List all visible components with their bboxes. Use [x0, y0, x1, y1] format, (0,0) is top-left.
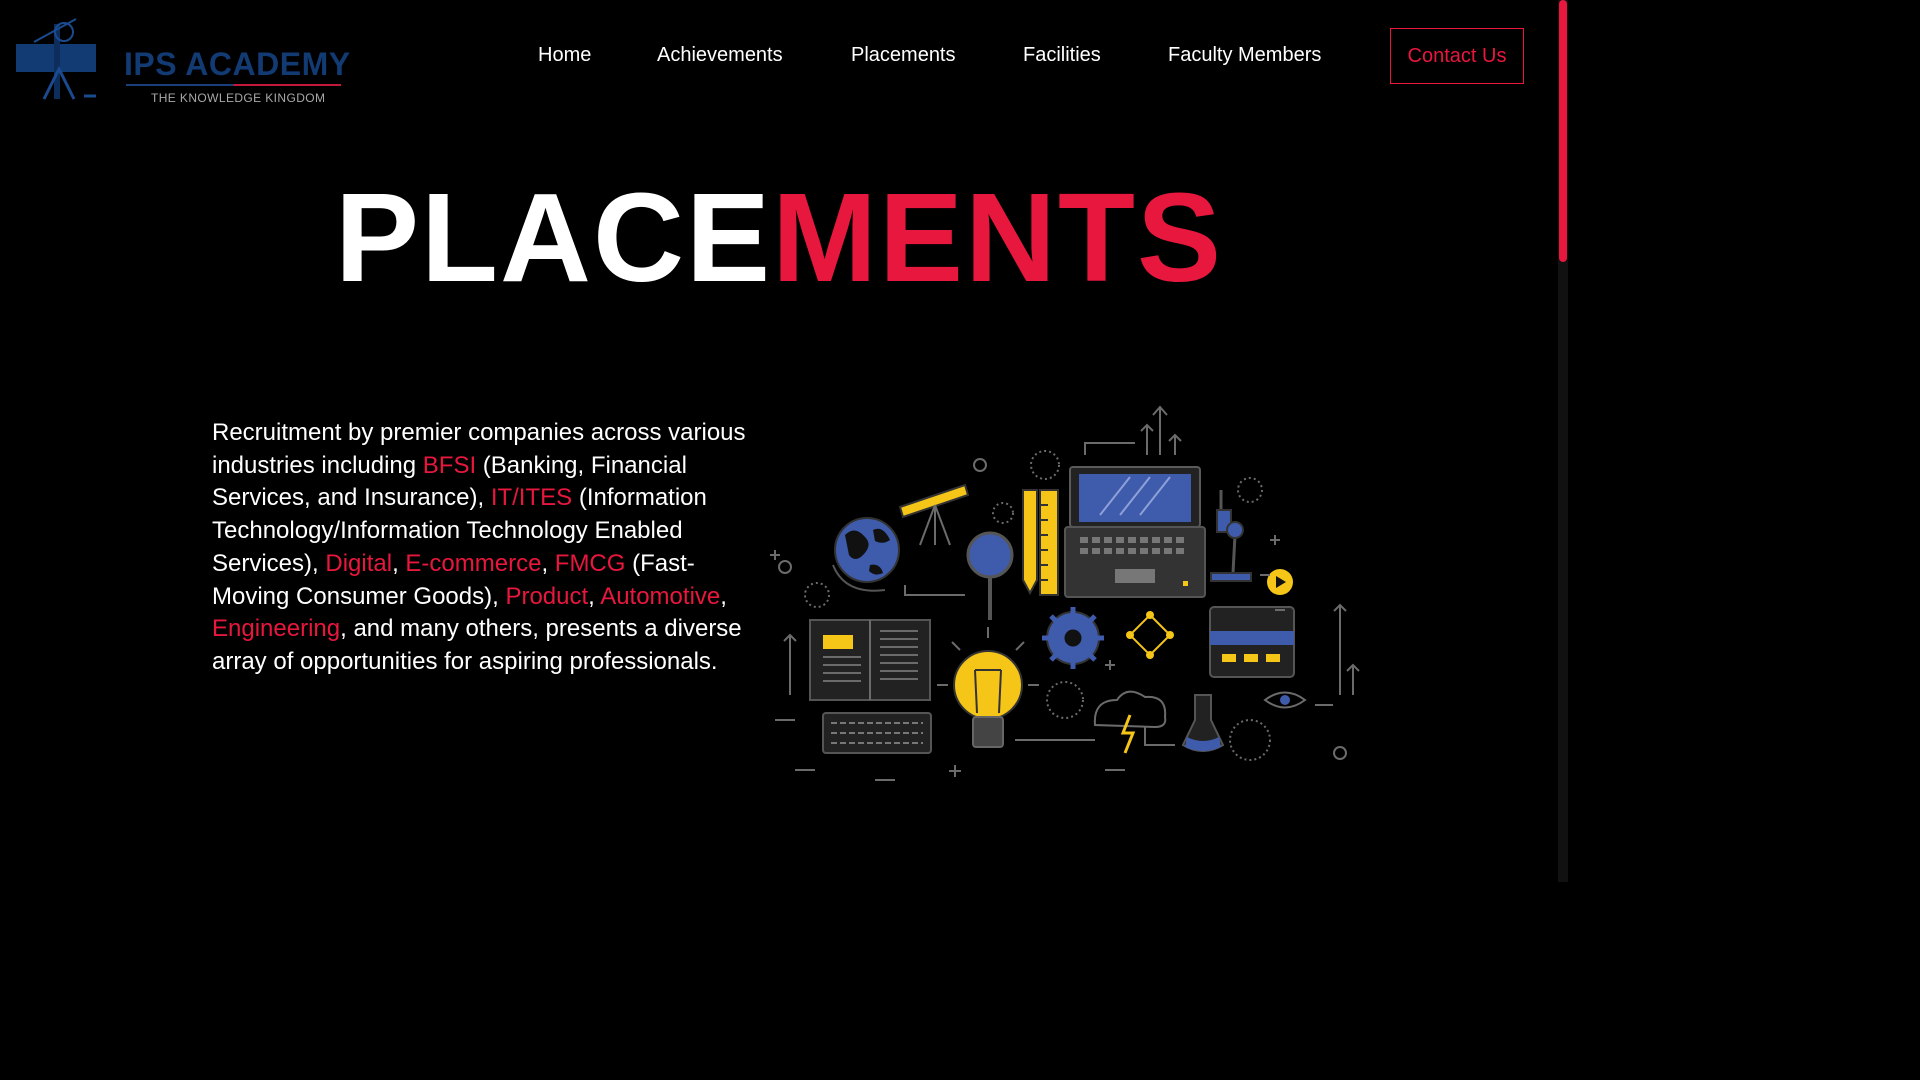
desc-highlight-ecommerce: E-commerce — [405, 549, 542, 577]
nav-home[interactable]: Home — [538, 44, 591, 67]
desc-highlight-engineering: Engineering — [212, 615, 341, 643]
desc-highlight-digital: Digital — [325, 549, 393, 577]
contact-us-button[interactable]: Contact Us — [1390, 28, 1524, 84]
desc-highlight-automotive: Automotive — [600, 582, 721, 610]
scrollbar-thumb[interactable] — [1559, 0, 1567, 262]
main-nav: Home Achievements Placements Facilities … — [0, 44, 1568, 72]
desc-highlight-bfsi: BFSI — [422, 451, 477, 479]
desc-highlight-it-ites: IT/ITES — [490, 484, 573, 512]
logo-divider — [126, 84, 341, 86]
nav-facilities[interactable]: Facilities — [1023, 44, 1101, 67]
nav-achievements[interactable]: Achievements — [657, 44, 783, 67]
desc-text: , — [588, 582, 601, 610]
nav-placements[interactable]: Placements — [851, 44, 956, 67]
desc-text: , — [541, 549, 555, 577]
page-title-white: PLACE — [334, 167, 773, 308]
desc-text: , — [720, 582, 727, 610]
desc-highlight-product: Product — [505, 582, 589, 610]
education-technology-illustration-icon — [755, 395, 1365, 795]
logo-tagline: THE KNOWLEDGE KINGDOM — [151, 91, 326, 105]
page-scrollbar[interactable] — [1558, 0, 1568, 882]
nav-faculty-members[interactable]: Faculty Members — [1168, 44, 1321, 67]
desc-text: , — [392, 549, 406, 577]
placements-description: Recruitment by premier companies across … — [212, 417, 752, 679]
page-title-red: MENTS — [772, 167, 1224, 308]
page-title: PLACEMENTS — [0, 175, 1558, 301]
desc-highlight-fmcg: FMCG — [554, 549, 626, 577]
